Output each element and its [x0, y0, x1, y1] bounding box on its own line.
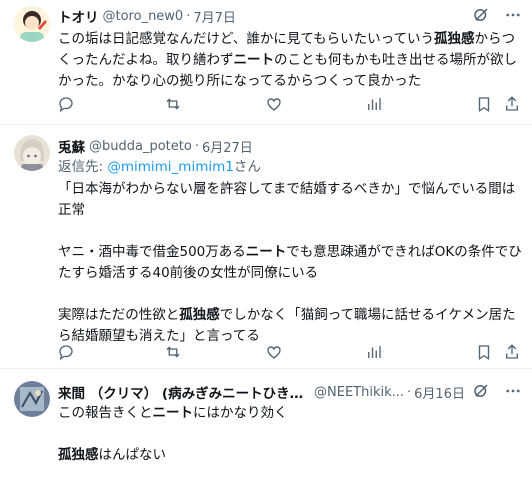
display-name[interactable]: 来間 （クリマ） (病みぎみニートひきこ...: [58, 382, 310, 402]
user-handle[interactable]: @toro_new0: [103, 9, 184, 24]
bookmark-icon[interactable]: [474, 94, 494, 114]
reply-mention-link[interactable]: @mimimi_mimim1: [107, 159, 234, 175]
share-icon[interactable]: [502, 342, 522, 362]
separator-dot: ·: [186, 8, 191, 24]
tweet-text: 「日本海がわからない層を許容してまで結婚するべきか」で悩んでいる間は 正常ヤニ・酒…: [58, 179, 522, 347]
display-name[interactable]: 兎蘇: [58, 136, 85, 156]
reply-context: 返信先: @mimimi_mimim1さん: [58, 157, 522, 178]
text-segment: のことも何もかも吐き出せる場所が欲し: [274, 52, 517, 68]
avatar-image: [14, 381, 50, 417]
tweet-3[interactable]: 来間 （クリマ） (病みぎみニートひきこ... @NEEThikik... · …: [0, 369, 532, 495]
reply-icon[interactable]: [56, 342, 76, 362]
grok-icon[interactable]: [472, 382, 490, 400]
text-segment: でも意思疎通ができればOKの条件でひ: [286, 244, 522, 260]
highlight-keyword: 孤独感: [179, 307, 220, 323]
avatar[interactable]: [14, 6, 50, 42]
views-icon[interactable]: [364, 342, 384, 362]
highlight-keyword: ニート: [245, 244, 287, 260]
user-handle[interactable]: @NEEThikik...: [314, 385, 404, 400]
text-line: 孤独感はんぱない: [58, 445, 522, 466]
text-segment: ヤニ・酒中毒で借金500万ある: [58, 244, 246, 260]
text-segment: 「日本海がわからない層を許容してまで結婚するべきか」で悩んでいる間は: [58, 181, 516, 197]
text-line: たすら婚活する40前後の女性が同僚にいる: [58, 263, 522, 284]
more-icon[interactable]: [504, 382, 522, 400]
reply-icon[interactable]: [56, 94, 76, 114]
avatar[interactable]: [14, 381, 50, 417]
tweet-date[interactable]: 7月7日: [193, 7, 236, 26]
text-line: この垢は日記感覚なんだけど、誰かに見てもらいたいっていう孤独感からつ: [58, 29, 522, 50]
avatar-image: [14, 6, 50, 42]
tweet-date[interactable]: 6月16日: [414, 383, 465, 402]
highlight-keyword: 孤独感: [433, 31, 475, 47]
display-name[interactable]: トオリ: [58, 6, 99, 26]
views-icon[interactable]: [364, 94, 384, 114]
text-segment: この報告きくと: [58, 405, 153, 421]
text-line: 実際はただの性欲と孤独感でしかなく「猫飼って職場に話せるイケメン居た: [58, 305, 522, 326]
grok-icon[interactable]: [472, 6, 490, 24]
like-icon[interactable]: [264, 342, 284, 362]
text-segment: 実際はただの性欲と: [58, 307, 180, 323]
text-segment: にはかなり効く: [193, 405, 288, 421]
more-icon[interactable]: [504, 6, 522, 24]
tweet-date[interactable]: 6月27日: [202, 137, 253, 156]
text-line: かった。かなり心の拠り所になってるからつくって良かった: [58, 71, 522, 92]
highlight-keyword: ニート: [233, 52, 275, 68]
action-bar: [56, 94, 522, 114]
avatar[interactable]: [14, 135, 50, 171]
reply-label: 返信先:: [58, 159, 108, 175]
action-bar: [56, 342, 522, 362]
separator-dot: ·: [194, 138, 199, 154]
text-segment: この垢は日記感覚なんだけど、誰かに見てもらいたいっていう: [58, 31, 434, 47]
tweet-2[interactable]: 兎蘇 @budda_poteto · 6月27日 返信先: @mimimi_mi…: [0, 125, 532, 368]
tweet-text: この報告きくとニートにはかなり効く 孤独感はんぱない: [58, 403, 522, 466]
text-segment: かった。かなり心の拠り所になってるからつくって良かった: [58, 73, 422, 89]
avatar-image: [14, 135, 50, 171]
user-handle[interactable]: @budda_poteto: [89, 139, 192, 154]
text-segment: でしかなく「猫飼って職場に話せるイケメン居た: [219, 307, 516, 323]
tweet-text: この垢は日記感覚なんだけど、誰かに見てもらいたいっていう孤独感からつ くったんだよ…: [58, 29, 522, 92]
share-icon[interactable]: [502, 94, 522, 114]
separator-dot: ·: [407, 384, 412, 400]
text-segment: からつ: [474, 31, 515, 47]
text-line: この報告きくとニートにはかなり効く: [58, 403, 522, 424]
retweet-icon[interactable]: [163, 342, 183, 362]
text-segment: たすら婚活する40前後の女性が同僚にいる: [58, 265, 319, 281]
retweet-icon[interactable]: [163, 94, 183, 114]
bookmark-icon[interactable]: [474, 342, 494, 362]
text-line: ヤニ・酒中毒で借金500万あるニートでも意思疎通ができればOKの条件でひ: [58, 242, 522, 263]
highlight-keyword: 孤独感: [58, 447, 99, 463]
text-segment: はんぱない: [98, 447, 167, 463]
text-segment: 正常: [58, 202, 85, 218]
like-icon[interactable]: [264, 94, 284, 114]
text-line: 「日本海がわからない層を許容してまで結婚するべきか」で悩んでいる間は: [58, 179, 522, 200]
text-line: くったんだよね。取り繕わずニートのことも何もかも吐き出せる場所が欲し: [58, 50, 522, 71]
highlight-keyword: ニート: [152, 405, 194, 421]
text-segment: くったんだよね。取り繕わず: [58, 52, 234, 68]
tweet-1[interactable]: トオリ @toro_new0 · 7月7日 この垢は日記感覚なんだけど、誰かに見…: [0, 0, 532, 124]
reply-suffix: さん: [233, 159, 261, 175]
text-line: 正常: [58, 200, 522, 221]
